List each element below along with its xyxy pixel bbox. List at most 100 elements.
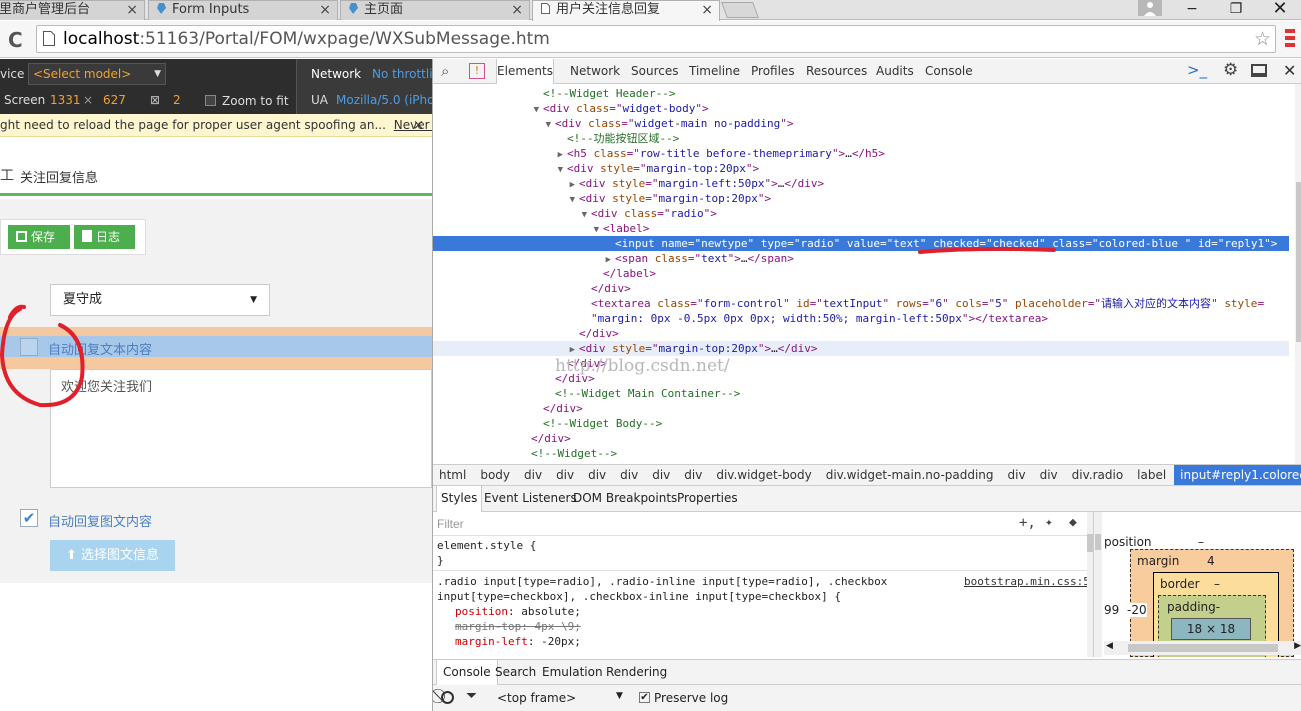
- dom-node[interactable]: <!--Widget Main Container-->: [433, 386, 1289, 401]
- dom-node[interactable]: </div>: [433, 281, 1289, 296]
- new-style-rule-icon[interactable]: +,: [1019, 515, 1036, 531]
- reload-icon[interactable]: C: [8, 28, 23, 52]
- dom-node[interactable]: ▼ <div class="radio">: [433, 206, 1289, 221]
- close-icon[interactable]: ×: [511, 1, 523, 19]
- tab-network[interactable]: Network: [570, 59, 620, 84]
- tab-form-inputs[interactable]: Form Inputs ×: [148, 0, 338, 20]
- breadcrumb-item[interactable]: body: [480, 465, 510, 485]
- close-icon[interactable]: ×: [126, 1, 138, 19]
- box-hscrollbar[interactable]: ◀ ▶: [1104, 641, 1301, 655]
- dom-node[interactable]: ▶ <h5 class="row-title before-themeprimar…: [433, 146, 1289, 161]
- drawer-tab-rendering[interactable]: Rendering: [606, 660, 667, 685]
- dom-node[interactable]: ▼ <div style="margin-top:20px">: [433, 161, 1289, 176]
- tab-merchant-admin[interactable]: 里商户管理后台 ×: [0, 0, 145, 20]
- menu-icon[interactable]: [1285, 29, 1295, 49]
- tab-console[interactable]: Console: [925, 59, 973, 84]
- breadcrumb-item[interactable]: div: [652, 465, 670, 485]
- dom-node[interactable]: ▶ <span class="text">…</span>: [433, 251, 1289, 266]
- dom-node[interactable]: "margin: 0px -0.5px 0px 0px; width:50%; …: [433, 311, 1289, 326]
- dom-node[interactable]: <textarea class="form-control" id="textI…: [433, 296, 1289, 311]
- gear-icon[interactable]: ⚙: [1223, 60, 1238, 80]
- tab-subscribe-reply[interactable]: 用户关注信息回复 ×: [532, 0, 720, 21]
- close-icon[interactable]: ×: [319, 1, 331, 19]
- dom-node[interactable]: <!--Widget-->: [433, 446, 1289, 461]
- frame-select[interactable]: <top frame>: [497, 691, 576, 705]
- breadcrumb-item[interactable]: div.widget-body: [716, 465, 811, 485]
- breadcrumb-item[interactable]: div: [1040, 465, 1058, 485]
- drawer-tab-search[interactable]: Search: [495, 660, 536, 685]
- close-icon[interactable]: ✕: [1283, 61, 1296, 80]
- pin-icon[interactable]: ✦: [1045, 515, 1053, 530]
- breadcrumb-item[interactable]: div.radio: [1072, 465, 1124, 485]
- breadcrumb-item[interactable]: div: [1008, 465, 1026, 485]
- tab-sources[interactable]: Sources: [631, 59, 678, 84]
- tab-elements[interactable]: Elements: [496, 59, 554, 84]
- close-icon[interactable]: ×: [413, 114, 424, 136]
- dom-node[interactable]: ▼ <div style="margin-top:20px">: [433, 191, 1289, 206]
- auto-news-checkbox[interactable]: ✔: [20, 509, 38, 527]
- dom-node[interactable]: </div>: [433, 326, 1289, 341]
- user-agent-input[interactable]: Mozilla/5.0 (iPhon: [336, 93, 432, 107]
- url-field[interactable]: localhost:51163/Portal/FOM/wxpage/WXSubM…: [36, 25, 1276, 53]
- dom-node[interactable]: ▶ <div style="margin-top:20px">…</div>: [433, 341, 1289, 356]
- drawer-tab-emulation[interactable]: Emulation: [542, 660, 603, 685]
- dom-node[interactable]: </label>: [433, 266, 1289, 281]
- screen-width-input[interactable]: 1331: [50, 93, 81, 107]
- tab-home[interactable]: 主页面 ×: [340, 0, 530, 20]
- box-scrollbar[interactable]: [1094, 512, 1102, 657]
- save-button[interactable]: 保存: [8, 225, 70, 249]
- tab-timeline[interactable]: Timeline: [689, 59, 740, 84]
- choose-news-button[interactable]: ⬆ 选择图文信息: [50, 540, 175, 571]
- dom-node[interactable]: <!--Widget Body-->: [433, 416, 1289, 431]
- breadcrumb-item[interactable]: div: [684, 465, 702, 485]
- tab-properties[interactable]: Properties: [677, 486, 738, 511]
- close-icon[interactable]: ×: [701, 1, 713, 19]
- style-property-margin-left[interactable]: margin-left: -20px;: [455, 635, 581, 648]
- dom-node[interactable]: ▼ <div class="widget-main no-padding">: [433, 116, 1289, 131]
- profile-icon[interactable]: [1138, 0, 1162, 16]
- toggle-state-icon[interactable]: ◆: [1069, 515, 1077, 530]
- tab-styles[interactable]: Styles: [436, 486, 483, 512]
- tab-event-listeners[interactable]: Event Listeners: [484, 486, 577, 511]
- new-tab-button[interactable]: [721, 2, 759, 18]
- rule-source-link[interactable]: bootstrap.min.css:5: [964, 575, 1090, 588]
- breadcrumb-item-selected[interactable]: input#reply1.colored-blue: [1174, 465, 1301, 485]
- tab-resources[interactable]: Resources: [806, 59, 867, 84]
- dock-icon[interactable]: [1251, 64, 1267, 77]
- device-model-select[interactable]: <Select model> ▼: [28, 63, 166, 85]
- breadcrumb-item[interactable]: div: [588, 465, 606, 485]
- close-window-button[interactable]: ✕: [1258, 0, 1301, 18]
- dom-node[interactable]: <!--Widget Header-->: [433, 86, 1289, 101]
- drawer-tab-console[interactable]: Console: [436, 660, 498, 686]
- styles-filter-input[interactable]: Filter: [437, 517, 464, 531]
- tab-profiles[interactable]: Profiles: [751, 59, 795, 84]
- minimize-button[interactable]: −: [1170, 0, 1214, 18]
- dom-node[interactable]: <!--功能按钮区域-->: [433, 131, 1289, 146]
- page-info-icon[interactable]: [43, 31, 55, 46]
- filter-icon[interactable]: ⏷: [466, 688, 477, 704]
- dom-node[interactable]: ▼ <label>: [433, 221, 1289, 236]
- dom-node-selected[interactable]: <input name="newtype" type="radio" value…: [433, 236, 1289, 251]
- dom-node[interactable]: ▼ <div class="widget-body">: [433, 101, 1289, 116]
- reply-textarea[interactable]: 欢迎您关注我们: [50, 369, 432, 488]
- tab-audits[interactable]: Audits: [876, 59, 914, 84]
- device-mode-icon[interactable]: !: [469, 63, 485, 79]
- breadcrumb-item[interactable]: div: [556, 465, 574, 485]
- device-pixel-ratio-input[interactable]: 2: [173, 93, 181, 107]
- tree-scrollbar[interactable]: [1295, 84, 1301, 464]
- inspect-search-icon[interactable]: ⌕: [441, 62, 449, 80]
- dom-node[interactable]: ▶ <div style="margin-left:50px">…</div>: [433, 176, 1289, 191]
- dom-node[interactable]: </div>: [433, 401, 1289, 416]
- tab-dom-breakpoints[interactable]: DOM Breakpoints: [573, 486, 677, 511]
- screen-height-input[interactable]: 627: [103, 93, 126, 107]
- scroll-left-icon[interactable]: ◀: [1106, 641, 1113, 651]
- log-button[interactable]: 日志: [74, 225, 135, 249]
- console-drawer-icon[interactable]: >_: [1187, 61, 1207, 79]
- scroll-right-icon[interactable]: ▶: [1294, 641, 1301, 651]
- style-property-margin-top[interactable]: margin-top: 4px \9;: [455, 620, 581, 633]
- breadcrumb-item[interactable]: div: [524, 465, 542, 485]
- breadcrumb-item[interactable]: div: [620, 465, 638, 485]
- breadcrumb-item[interactable]: label: [1137, 465, 1166, 485]
- bookmark-star-icon[interactable]: ☆: [1254, 26, 1271, 52]
- breadcrumb-item[interactable]: html: [439, 465, 466, 485]
